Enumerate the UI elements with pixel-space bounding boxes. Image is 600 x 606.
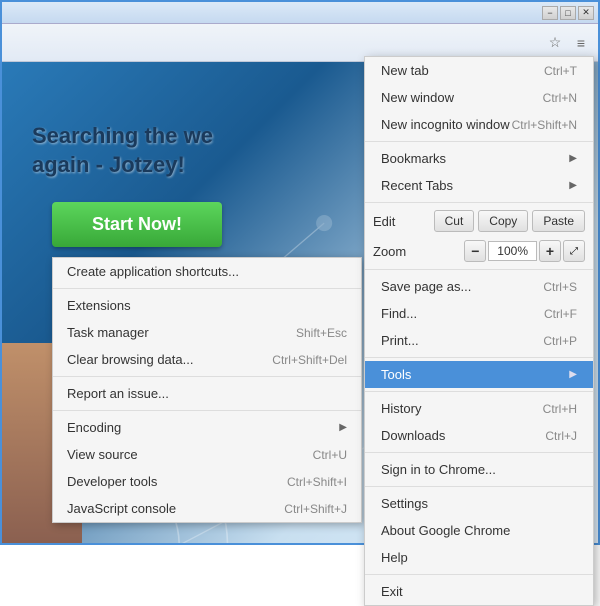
submenu-item-dev-tools[interactable]: Developer tools Ctrl+Shift+I: [53, 468, 361, 495]
submenu-item-report[interactable]: Report an issue...: [53, 380, 361, 407]
maximize-button[interactable]: □: [560, 6, 576, 20]
menu-item-sign-in[interactable]: Sign in to Chrome...: [365, 456, 593, 483]
menu-item-settings[interactable]: Settings: [365, 490, 593, 517]
title-bar: − □ ✕: [2, 2, 598, 24]
menu-sep-1: [365, 141, 593, 142]
edit-label: Edit: [373, 214, 430, 229]
menu-item-downloads[interactable]: Downloads Ctrl+J: [365, 422, 593, 449]
close-button[interactable]: ✕: [578, 6, 594, 20]
submenu-sep-1: [53, 288, 361, 289]
menu-item-new-window[interactable]: New window Ctrl+N: [365, 84, 593, 111]
menu-item-recent-tabs[interactable]: Recent Tabs: [365, 172, 593, 199]
bookmark-icon[interactable]: ☆: [544, 32, 566, 54]
chrome-menu: New tab Ctrl+T New window Ctrl+N New inc…: [364, 56, 594, 606]
menu-item-help[interactable]: Help: [365, 544, 593, 571]
zoom-value: 100%: [488, 241, 537, 261]
zoom-out-button[interactable]: −: [464, 240, 486, 262]
submenu-item-clear-browsing[interactable]: Clear browsing data... Ctrl+Shift+Del: [53, 346, 361, 373]
zoom-expand-button[interactable]: ⤢: [563, 240, 585, 262]
menu-sep-5: [365, 391, 593, 392]
submenu-item-view-source[interactable]: View source Ctrl+U: [53, 441, 361, 468]
zoom-in-button[interactable]: +: [539, 240, 561, 262]
copy-button[interactable]: Copy: [478, 210, 528, 232]
menu-item-tools[interactable]: Tools: [365, 361, 593, 388]
submenu-item-extensions[interactable]: Extensions: [53, 292, 361, 319]
menu-sep-3: [365, 269, 593, 270]
menu-sep-2: [365, 202, 593, 203]
menu-item-print[interactable]: Print... Ctrl+P: [365, 327, 593, 354]
submenu-item-encoding[interactable]: Encoding: [53, 414, 361, 441]
zoom-label: Zoom: [373, 244, 464, 259]
edit-row: Edit Cut Copy Paste: [365, 206, 593, 236]
menu-sep-6: [365, 452, 593, 453]
menu-item-about[interactable]: About Google Chrome: [365, 517, 593, 544]
submenu-sep-2: [53, 376, 361, 377]
zoom-row: Zoom − 100% + ⤢: [365, 236, 593, 266]
menu-item-incognito[interactable]: New incognito window Ctrl+Shift+N: [365, 111, 593, 138]
menu-item-bookmarks[interactable]: Bookmarks: [365, 145, 593, 172]
menu-item-save-page[interactable]: Save page as... Ctrl+S: [365, 273, 593, 300]
submenu-item-shortcuts[interactable]: Create application shortcuts...: [53, 258, 361, 285]
menu-sep-4: [365, 357, 593, 358]
menu-sep-7: [365, 486, 593, 487]
menu-sep-8: [365, 574, 593, 575]
headline: Searching the we again - Jotzey!: [32, 122, 213, 179]
cta-button[interactable]: Start Now!: [52, 202, 222, 247]
submenu-sep-3: [53, 410, 361, 411]
submenu-item-task-manager[interactable]: Task manager Shift+Esc: [53, 319, 361, 346]
menu-item-find[interactable]: Find... Ctrl+F: [365, 300, 593, 327]
cut-button[interactable]: Cut: [434, 210, 475, 232]
menu-item-history[interactable]: History Ctrl+H: [365, 395, 593, 422]
minimize-button[interactable]: −: [542, 6, 558, 20]
menu-icon[interactable]: ≡: [570, 32, 592, 54]
paste-button[interactable]: Paste: [532, 210, 585, 232]
menu-item-exit[interactable]: Exit: [365, 578, 593, 605]
tools-submenu: Create application shortcuts... Extensio…: [52, 257, 362, 523]
menu-item-new-tab[interactable]: New tab Ctrl+T: [365, 57, 593, 84]
submenu-item-js-console[interactable]: JavaScript console Ctrl+Shift+J: [53, 495, 361, 522]
